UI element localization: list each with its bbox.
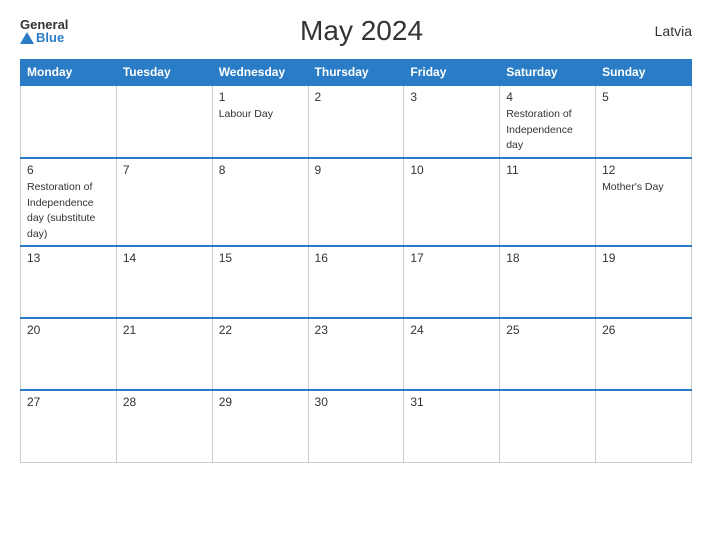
calendar-cell: 26 xyxy=(596,318,692,390)
calendar-header-row: Monday Tuesday Wednesday Thursday Friday… xyxy=(21,60,692,86)
calendar-cell: 5 xyxy=(596,85,692,158)
day-number: 21 xyxy=(123,323,206,337)
day-number: 5 xyxy=(602,90,685,104)
logo: General Blue xyxy=(20,18,68,44)
day-number: 24 xyxy=(410,323,493,337)
calendar-cell: 20 xyxy=(21,318,117,390)
day-number: 22 xyxy=(219,323,302,337)
col-thursday: Thursday xyxy=(308,60,404,86)
calendar-cell: 25 xyxy=(500,318,596,390)
calendar-cell: 9 xyxy=(308,158,404,247)
calendar-event: Restoration of Independence day xyxy=(506,108,573,151)
calendar-week-3: 13 14 15 16 17 18 19 xyxy=(21,246,692,318)
calendar-cell: 17 xyxy=(404,246,500,318)
day-number: 25 xyxy=(506,323,589,337)
day-number: 20 xyxy=(27,323,110,337)
day-number: 29 xyxy=(219,395,302,409)
calendar-cell: 4 Restoration of Independence day xyxy=(500,85,596,158)
calendar-cell: 28 xyxy=(116,390,212,462)
calendar-event: Restoration of Independence day (substit… xyxy=(27,181,95,240)
day-number: 19 xyxy=(602,251,685,265)
calendar-week-1: 1 Labour Day 234 Restoration of Independenc… xyxy=(21,85,692,158)
calendar-week-2: 6 Restoration of Independence day (substi… xyxy=(21,158,692,247)
col-saturday: Saturday xyxy=(500,60,596,86)
day-number: 13 xyxy=(27,251,110,265)
calendar-cell: 27 xyxy=(21,390,117,462)
day-number: 11 xyxy=(506,163,589,177)
calendar-cell: 19 xyxy=(596,246,692,318)
calendar-week-5: 27 28 29 30 31 xyxy=(21,390,692,462)
day-number: 23 xyxy=(315,323,398,337)
col-sunday: Sunday xyxy=(596,60,692,86)
day-number: 14 xyxy=(123,251,206,265)
day-number: 16 xyxy=(315,251,398,265)
calendar-cell: 21 xyxy=(116,318,212,390)
day-number: 10 xyxy=(410,163,493,177)
day-number: 26 xyxy=(602,323,685,337)
calendar: Monday Tuesday Wednesday Thursday Friday… xyxy=(20,59,692,463)
day-number: 6 xyxy=(27,163,110,177)
logo-triangle-icon xyxy=(20,32,34,44)
calendar-cell: 22 xyxy=(212,318,308,390)
country-label: Latvia xyxy=(655,23,692,39)
col-monday: Monday xyxy=(21,60,117,86)
day-number: 30 xyxy=(315,395,398,409)
day-number: 3 xyxy=(410,90,493,104)
calendar-cell xyxy=(500,390,596,462)
calendar-cell xyxy=(596,390,692,462)
calendar-cell: 18 xyxy=(500,246,596,318)
calendar-cell: 6 Restoration of Independence day (substi… xyxy=(21,158,117,247)
calendar-cell: 23 xyxy=(308,318,404,390)
col-friday: Friday xyxy=(404,60,500,86)
page: General Blue May 2024 Latvia Monday Tues… xyxy=(0,0,712,550)
day-number: 27 xyxy=(27,395,110,409)
day-number: 12 xyxy=(602,163,685,177)
calendar-event: Mother's Day xyxy=(602,181,664,193)
day-number: 2 xyxy=(315,90,398,104)
calendar-cell: 11 xyxy=(500,158,596,247)
calendar-event: Labour Day xyxy=(219,108,273,120)
calendar-cell xyxy=(21,85,117,158)
calendar-cell: 1 Labour Day xyxy=(212,85,308,158)
logo-blue-text: Blue xyxy=(20,31,68,44)
calendar-week-4: 20 21 22 23 24 25 26 xyxy=(21,318,692,390)
header: General Blue May 2024 Latvia xyxy=(20,15,692,47)
day-number: 8 xyxy=(219,163,302,177)
calendar-cell: 10 xyxy=(404,158,500,247)
calendar-cell: 29 xyxy=(212,390,308,462)
calendar-cell: 13 xyxy=(21,246,117,318)
day-number: 28 xyxy=(123,395,206,409)
calendar-cell: 24 xyxy=(404,318,500,390)
calendar-cell: 14 xyxy=(116,246,212,318)
calendar-cell: 30 xyxy=(308,390,404,462)
month-title: May 2024 xyxy=(300,15,423,47)
calendar-cell: 2 xyxy=(308,85,404,158)
calendar-cell: 8 xyxy=(212,158,308,247)
day-number: 7 xyxy=(123,163,206,177)
day-number: 4 xyxy=(506,90,589,104)
calendar-cell: 31 xyxy=(404,390,500,462)
day-number: 18 xyxy=(506,251,589,265)
calendar-cell: 15 xyxy=(212,246,308,318)
calendar-cell: 7 xyxy=(116,158,212,247)
day-number: 31 xyxy=(410,395,493,409)
calendar-cell: 3 xyxy=(404,85,500,158)
day-number: 1 xyxy=(219,90,302,104)
day-number: 9 xyxy=(315,163,398,177)
calendar-cell xyxy=(116,85,212,158)
day-number: 17 xyxy=(410,251,493,265)
col-wednesday: Wednesday xyxy=(212,60,308,86)
calendar-cell: 12 Mother's Day xyxy=(596,158,692,247)
calendar-cell: 16 xyxy=(308,246,404,318)
col-tuesday: Tuesday xyxy=(116,60,212,86)
day-number: 15 xyxy=(219,251,302,265)
